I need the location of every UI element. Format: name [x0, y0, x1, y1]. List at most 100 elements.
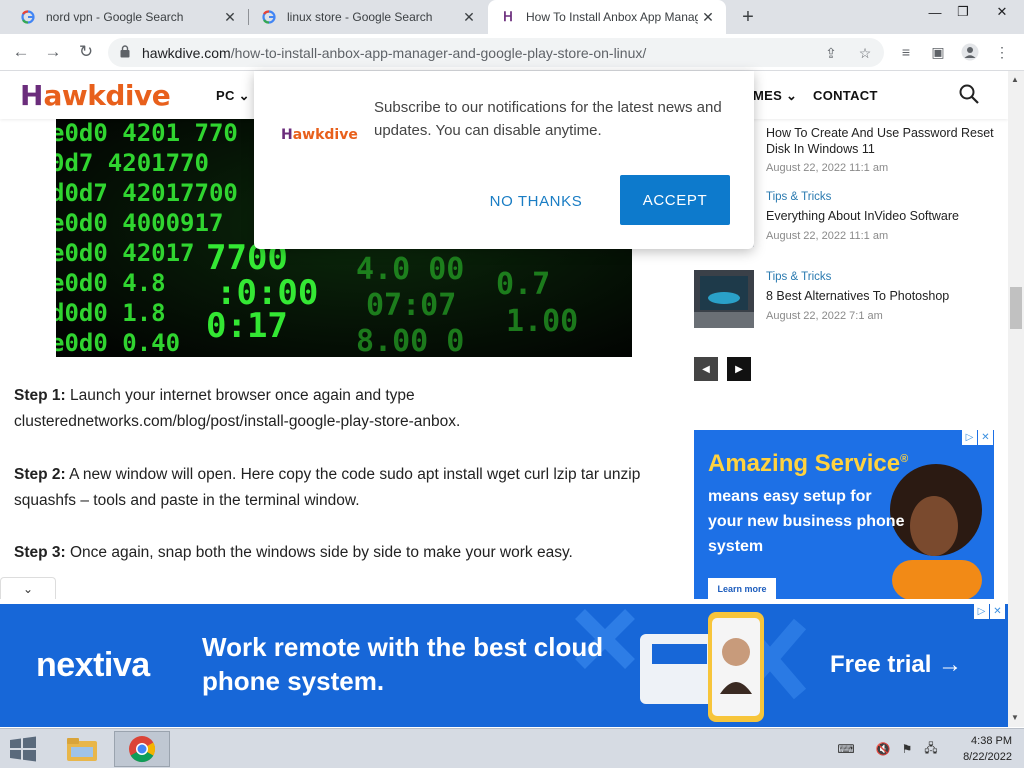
back-arrow-icon[interactable]: ←: [8, 39, 34, 65]
post-title[interactable]: 8 Best Alternatives To Photoshop: [766, 288, 994, 304]
profile-avatar-icon[interactable]: [960, 42, 980, 62]
post-category[interactable]: Tips & Tricks: [766, 271, 831, 283]
side-panel-icon[interactable]: ▣: [928, 42, 948, 62]
chrome-taskbar-button[interactable]: [114, 731, 170, 767]
ad-choices-flag[interactable]: ▷ ✕: [962, 430, 993, 445]
ad-choices-icon[interactable]: ▷: [962, 430, 977, 445]
network-icon[interactable]: 🖧: [922, 740, 940, 758]
post-title[interactable]: Everything About InVideo Software: [766, 208, 994, 224]
post-title[interactable]: How To Create And Use Password Reset Dis…: [766, 125, 994, 157]
post-date: August 22, 2022 7:1 am: [766, 310, 883, 322]
svg-text:8.00 0: 8.00 0: [356, 324, 464, 357]
ad-choices-icon[interactable]: ▷: [974, 604, 989, 619]
clock-date: 8/22/2022: [963, 751, 1012, 763]
sidebar-advertisement[interactable]: Amazing Service® means easy setup for yo…: [694, 430, 994, 599]
registered-mark: ®: [900, 453, 909, 465]
carousel-next-button[interactable]: ▶: [727, 357, 751, 381]
chevron-down-icon: ⌄: [238, 88, 250, 103]
search-icon[interactable]: [958, 83, 980, 105]
windows-taskbar: ⌨ 🔇 ⚑ 🖧 4:38 PM 8/22/2022: [0, 728, 1024, 768]
share-icon[interactable]: ⇪: [822, 44, 840, 62]
svg-text:d0d7 42017700: d0d7 42017700: [56, 179, 238, 207]
windows-start-icon[interactable]: [6, 735, 40, 763]
browser-menu-icon[interactable]: ⋮: [992, 42, 1012, 62]
lock-icon: [120, 45, 130, 58]
taskbar-clock[interactable]: 4:38 PM 8/22/2022: [948, 733, 1012, 765]
tab-linux-store-search[interactable]: linux store - Google Search ✕: [249, 0, 487, 34]
scrollbar-thumb[interactable]: [1010, 287, 1022, 329]
tab-title: linux store - Google Search: [287, 10, 433, 24]
bookmark-star-icon[interactable]: ☆: [856, 44, 874, 62]
google-g-icon: [20, 9, 36, 25]
post-category[interactable]: Tips & Tricks: [766, 191, 831, 203]
svg-text:0d7 4201770: 0d7 4201770: [56, 149, 209, 177]
close-ad-icon[interactable]: ✕: [990, 604, 1005, 619]
reload-icon[interactable]: ↻: [73, 39, 99, 65]
url-text: hawkdive.com/how-to-install-anbox-app-ma…: [142, 45, 646, 61]
page-scrollbar[interactable]: ▲ ▼: [1008, 71, 1024, 727]
accept-button[interactable]: ACCEPT: [620, 175, 730, 225]
step-1-paragraph: Step 1: Launch your internet browser onc…: [14, 383, 674, 435]
notification-subscribe-popup: Hawkdive Subscribe to our notifications …: [254, 71, 754, 249]
popup-message: Subscribe to our notifications for the l…: [374, 99, 722, 139]
tab-title: nord vpn - Google Search: [46, 10, 184, 24]
svg-text:1.00: 1.00: [506, 304, 578, 339]
media-controls-icon[interactable]: ≡: [896, 42, 916, 62]
nav-games[interactable]: MES ⌄: [753, 88, 797, 104]
popup-logo-mark: H: [281, 127, 293, 143]
svg-text:4.0 00: 4.0 00: [356, 252, 464, 287]
learn-more-button[interactable]: Learn more: [708, 578, 776, 599]
popup-logo-text: awkdive: [292, 127, 358, 143]
url-path: /how-to-install-anbox-app-manager-and-go…: [230, 45, 647, 61]
step-label: Step 2:: [14, 466, 66, 483]
file-explorer-taskbar-button[interactable]: [54, 731, 110, 767]
address-bar[interactable]: hawkdive.com/how-to-install-anbox-app-ma…: [108, 38, 884, 67]
speaker-muted-icon[interactable]: 🔇: [874, 740, 892, 758]
nav-contact[interactable]: CONTACT: [813, 88, 878, 103]
svg-text:d0d0 1.8: d0d0 1.8: [56, 299, 166, 327]
close-tab-icon[interactable]: ✕: [459, 7, 479, 27]
forward-arrow-icon[interactable]: →: [40, 39, 66, 65]
close-tab-icon[interactable]: ✕: [698, 7, 718, 27]
browser-toolbar: ← → ↻ hawkdive.com/how-to-install-anbox-…: [0, 34, 1024, 71]
keyboard-icon[interactable]: ⌨: [832, 740, 860, 758]
post-date: August 22, 2022 11:1 am: [766, 162, 889, 174]
browser-tab-strip: nord vpn - Google Search ✕ linux store -…: [0, 0, 1024, 34]
collapse-ad-button[interactable]: ⌄: [0, 577, 56, 599]
svg-text:e0d0 4201 770: e0d0 4201 770: [56, 119, 238, 147]
bottom-banner-advertisement[interactable]: nextiva Work remote with the best cloud …: [0, 604, 1008, 727]
sidebar-post[interactable]: Tips & Tricks 8 Best Alternatives To Pho…: [694, 270, 994, 332]
logo-text: awkdive: [43, 79, 171, 112]
svg-text:e0d0 4000917: e0d0 4000917: [56, 209, 223, 237]
popup-logo: Hawkdive: [281, 127, 358, 143]
close-ad-icon[interactable]: ✕: [978, 430, 993, 445]
new-tab-button[interactable]: +: [736, 5, 760, 29]
action-center-flag-icon[interactable]: ⚑: [898, 740, 916, 758]
tab-hawkdive-article[interactable]: Ꮋ How To Install Anbox App Manager ✕: [488, 0, 726, 34]
clock-time: 4:38 PM: [971, 735, 1012, 747]
post-thumbnail: [694, 270, 754, 328]
minimize-window-button[interactable]: —: [920, 0, 950, 24]
tab-nord-vpn-search[interactable]: nord vpn - Google Search ✕: [8, 0, 248, 34]
step-label: Step 1:: [14, 387, 66, 404]
svg-text:e0d0 0.40: e0d0 0.40: [56, 329, 180, 357]
hawkdive-favicon: Ꮋ: [503, 9, 513, 24]
free-trial-button[interactable]: Free trial →: [830, 651, 962, 679]
ad-body: means easy setup for your new business p…: [708, 488, 905, 555]
svg-text:e0d0 4.8: e0d0 4.8: [56, 269, 166, 297]
scroll-down-icon[interactable]: ▼: [1011, 713, 1019, 722]
step-2-paragraph: Step 2: A new window will open. Here cop…: [14, 462, 674, 514]
no-thanks-button[interactable]: NO THANKS: [476, 189, 596, 213]
folder-icon: [67, 738, 97, 761]
site-logo[interactable]: Hawkdive: [20, 79, 171, 112]
laptop-car-thumbnail: [694, 276, 754, 328]
scroll-up-icon[interactable]: ▲: [1011, 75, 1019, 84]
carousel-prev-button[interactable]: ◀: [694, 357, 718, 381]
ad-choices-flag[interactable]: ▷ ✕: [974, 604, 1005, 619]
restore-window-button[interactable]: ❐: [948, 0, 978, 24]
close-window-button[interactable]: ✕: [982, 0, 1022, 24]
step-text: Once again, snap both the windows side b…: [65, 544, 573, 561]
close-tab-icon[interactable]: ✕: [220, 7, 240, 27]
nav-pc[interactable]: PC ⌄: [216, 88, 250, 104]
step-text: A new window will open. Here copy the co…: [14, 466, 641, 509]
